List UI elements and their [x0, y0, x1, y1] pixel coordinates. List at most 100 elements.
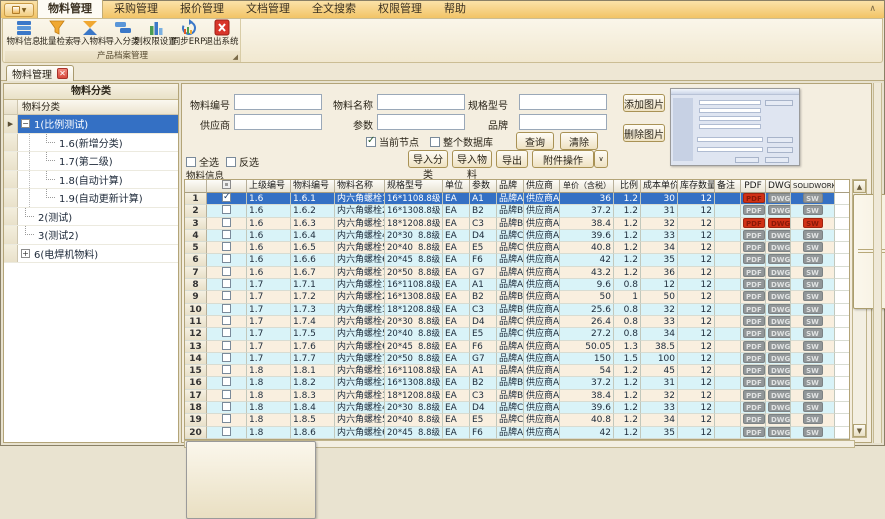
pdf-badge[interactable]: PDF [743, 365, 765, 375]
table-row[interactable]: 101.71.7.3内六角螺栓318*1208.8级EAC3品牌B供应商A325… [185, 304, 849, 316]
column-header-supplier[interactable]: 供应商 [524, 180, 560, 193]
tree-node[interactable]: 2(测试) [4, 208, 178, 227]
dwg-badge[interactable]: DWG [768, 390, 791, 400]
dwg-badge[interactable]: DWG [768, 353, 791, 363]
pdf-badge[interactable]: PDF [743, 341, 765, 351]
sw-badge[interactable]: SW [803, 353, 823, 363]
pdf-badge[interactable]: PDF [743, 267, 765, 277]
column-header-chk[interactable] [207, 180, 247, 193]
dwg-badge[interactable]: DWG [768, 279, 791, 289]
ribbon-button-物料信息[interactable]: 物料信息 [7, 19, 40, 51]
pdf-badge[interactable]: PDF [743, 402, 765, 412]
ribbon-button-同步ERP[interactable]: 同步ERP [172, 19, 205, 51]
pdf-badge[interactable]: PDF [743, 205, 765, 215]
whole-database-checkbox[interactable]: 整个数据库 [430, 134, 493, 149]
material-code-input[interactable] [234, 94, 322, 110]
column-header-name[interactable]: 物料名称 [335, 180, 385, 193]
dwg-badge[interactable]: DWG [768, 414, 791, 424]
sw-badge[interactable]: SW [803, 193, 823, 203]
add-image-button[interactable]: 添加图片 [623, 94, 665, 112]
invert-selection-checkbox[interactable]: 反选 [226, 154, 259, 169]
sw-badge[interactable]: SW [803, 341, 823, 351]
dwg-badge[interactable]: DWG [768, 267, 791, 277]
column-header-cost[interactable]: 成本单价 [641, 180, 678, 193]
ribbon-tab-采购管理[interactable]: 采购管理 [103, 0, 169, 18]
scrollbar-thumb[interactable] [186, 441, 316, 519]
close-icon[interactable]: ✕ [57, 68, 68, 79]
tree-node[interactable]: 1.8(自动计算) [4, 171, 178, 190]
tree-node-cell[interactable]: 1.7(第二级) [18, 152, 178, 170]
column-header-price[interactable]: 单价（含税） [560, 180, 614, 193]
pdf-badge[interactable]: PDF [743, 377, 765, 387]
row-checkbox[interactable] [222, 365, 231, 374]
column-header-note[interactable]: 备注 [715, 180, 741, 193]
column-header-brand[interactable]: 品牌 [497, 180, 524, 193]
tree-node[interactable]: 1.9(自动更新计算) [4, 189, 178, 208]
dwg-badge[interactable]: DWG [768, 230, 791, 240]
document-tab-material[interactable]: 物料管理 ✕ [6, 65, 74, 81]
scroll-up-icon[interactable]: ▲ [853, 180, 866, 193]
ribbon-minimize-icon[interactable]: ∧ [869, 4, 876, 14]
dwg-badge[interactable]: DWG [768, 218, 791, 228]
column-header-code[interactable]: 物料编号 [291, 180, 335, 193]
column-header-stock[interactable]: 库存数量 [678, 180, 715, 193]
table-horizontal-scrollbar[interactable] [184, 440, 855, 448]
sw-badge[interactable]: SW [803, 254, 823, 264]
pdf-badge[interactable]: PDF [743, 316, 765, 326]
column-header-pdf[interactable]: PDF [741, 180, 766, 193]
table-row[interactable]: 171.81.8.3内六角螺栓318*1208.8级EAC3品牌B供应商A338… [185, 390, 849, 402]
ribbon-tab-全文搜索[interactable]: 全文搜索 [301, 0, 367, 18]
table-row[interactable]: 161.81.8.2内六角螺栓216*1308.8级EAB2品牌B供应商A237… [185, 377, 849, 389]
sw-badge[interactable]: SW [803, 218, 823, 228]
ribbon-tab-文档管理[interactable]: 文档管理 [235, 0, 301, 18]
table-row[interactable]: 131.71.7.6内六角螺栓620*458.8级EAF6品牌A供应商A650.… [185, 341, 849, 353]
pdf-badge[interactable]: PDF [743, 279, 765, 289]
dwg-badge[interactable]: DWG [768, 205, 791, 215]
row-checkbox[interactable] [222, 291, 231, 300]
sw-badge[interactable]: SW [803, 230, 823, 240]
sw-badge[interactable]: SW [803, 304, 823, 314]
ribbon-button-列权限设置[interactable]: 列权限设置 [139, 19, 172, 51]
tree-node-cell[interactable]: 1.6(新增分类) [18, 134, 178, 152]
row-checkbox[interactable] [222, 267, 231, 276]
material-image-thumbnail[interactable] [670, 88, 800, 166]
dwg-badge[interactable]: DWG [768, 316, 791, 326]
sw-badge[interactable]: SW [803, 291, 823, 301]
column-header-sw[interactable]: SOLIDWORKS [791, 180, 835, 193]
ribbon-tab-帮助[interactable]: 帮助 [433, 0, 477, 18]
row-checkbox[interactable] [222, 279, 231, 288]
row-checkbox[interactable] [222, 316, 231, 325]
ribbon-tab-报价管理[interactable]: 报价管理 [169, 0, 235, 18]
column-header-dwg[interactable]: DWG [766, 180, 791, 193]
import-category-button[interactable]: 导入分类 [408, 150, 448, 168]
supplier-input[interactable] [234, 114, 322, 130]
pdf-badge[interactable]: PDF [743, 193, 765, 203]
table-row[interactable]: 11.61.6.1内六角螺栓116*1108.8级EAA1品牌A供应商A1361… [185, 193, 849, 205]
pdf-badge[interactable]: PDF [743, 254, 765, 264]
table-row[interactable]: 21.61.6.2内六角螺栓216*1308.8级EAB2品牌B供应商A237.… [185, 205, 849, 217]
expand-icon[interactable]: + [21, 249, 30, 258]
pdf-badge[interactable]: PDF [743, 328, 765, 338]
table-row[interactable]: 31.61.6.3内六角螺栓318*1208.8级EAC3品牌B供应商A338.… [185, 218, 849, 230]
table-row[interactable]: 61.61.6.6内六角螺栓620*458.8级EAF6品牌A供应商A6421.… [185, 254, 849, 266]
table-row[interactable]: 91.71.7.2内六角螺栓216*1308.8级EAB2品牌B供应商A2501… [185, 291, 849, 303]
table-row[interactable]: 121.71.7.5内六角螺栓520*408.8级EAE5品牌C供应商A527.… [185, 328, 849, 340]
tree-node-cell[interactable]: −1(比例测试) [18, 115, 178, 133]
param-input[interactable] [377, 114, 465, 130]
row-checkbox[interactable] [222, 193, 231, 202]
tree-node-cell[interactable]: 1.8(自动计算) [18, 171, 178, 189]
column-header-param[interactable]: 参数 [470, 180, 497, 193]
dwg-badge[interactable]: DWG [768, 377, 791, 387]
select-all-checkbox[interactable]: 全选 [186, 154, 219, 169]
pdf-badge[interactable]: PDF [743, 291, 765, 301]
row-checkbox[interactable] [222, 328, 231, 337]
row-checkbox[interactable] [222, 353, 231, 362]
collapse-icon[interactable]: − [21, 119, 30, 128]
sw-badge[interactable]: SW [803, 402, 823, 412]
row-checkbox[interactable] [222, 254, 231, 263]
row-checkbox[interactable] [222, 230, 231, 239]
sw-badge[interactable]: SW [803, 242, 823, 252]
table-row[interactable]: 201.81.8.6内六角螺栓620*458.8级EAF6品牌A供应商A6421… [185, 427, 849, 439]
row-checkbox[interactable] [222, 304, 231, 313]
table-row[interactable]: 191.81.8.5内六角螺栓520*408.8级EAE5品牌C供应商A540.… [185, 414, 849, 426]
